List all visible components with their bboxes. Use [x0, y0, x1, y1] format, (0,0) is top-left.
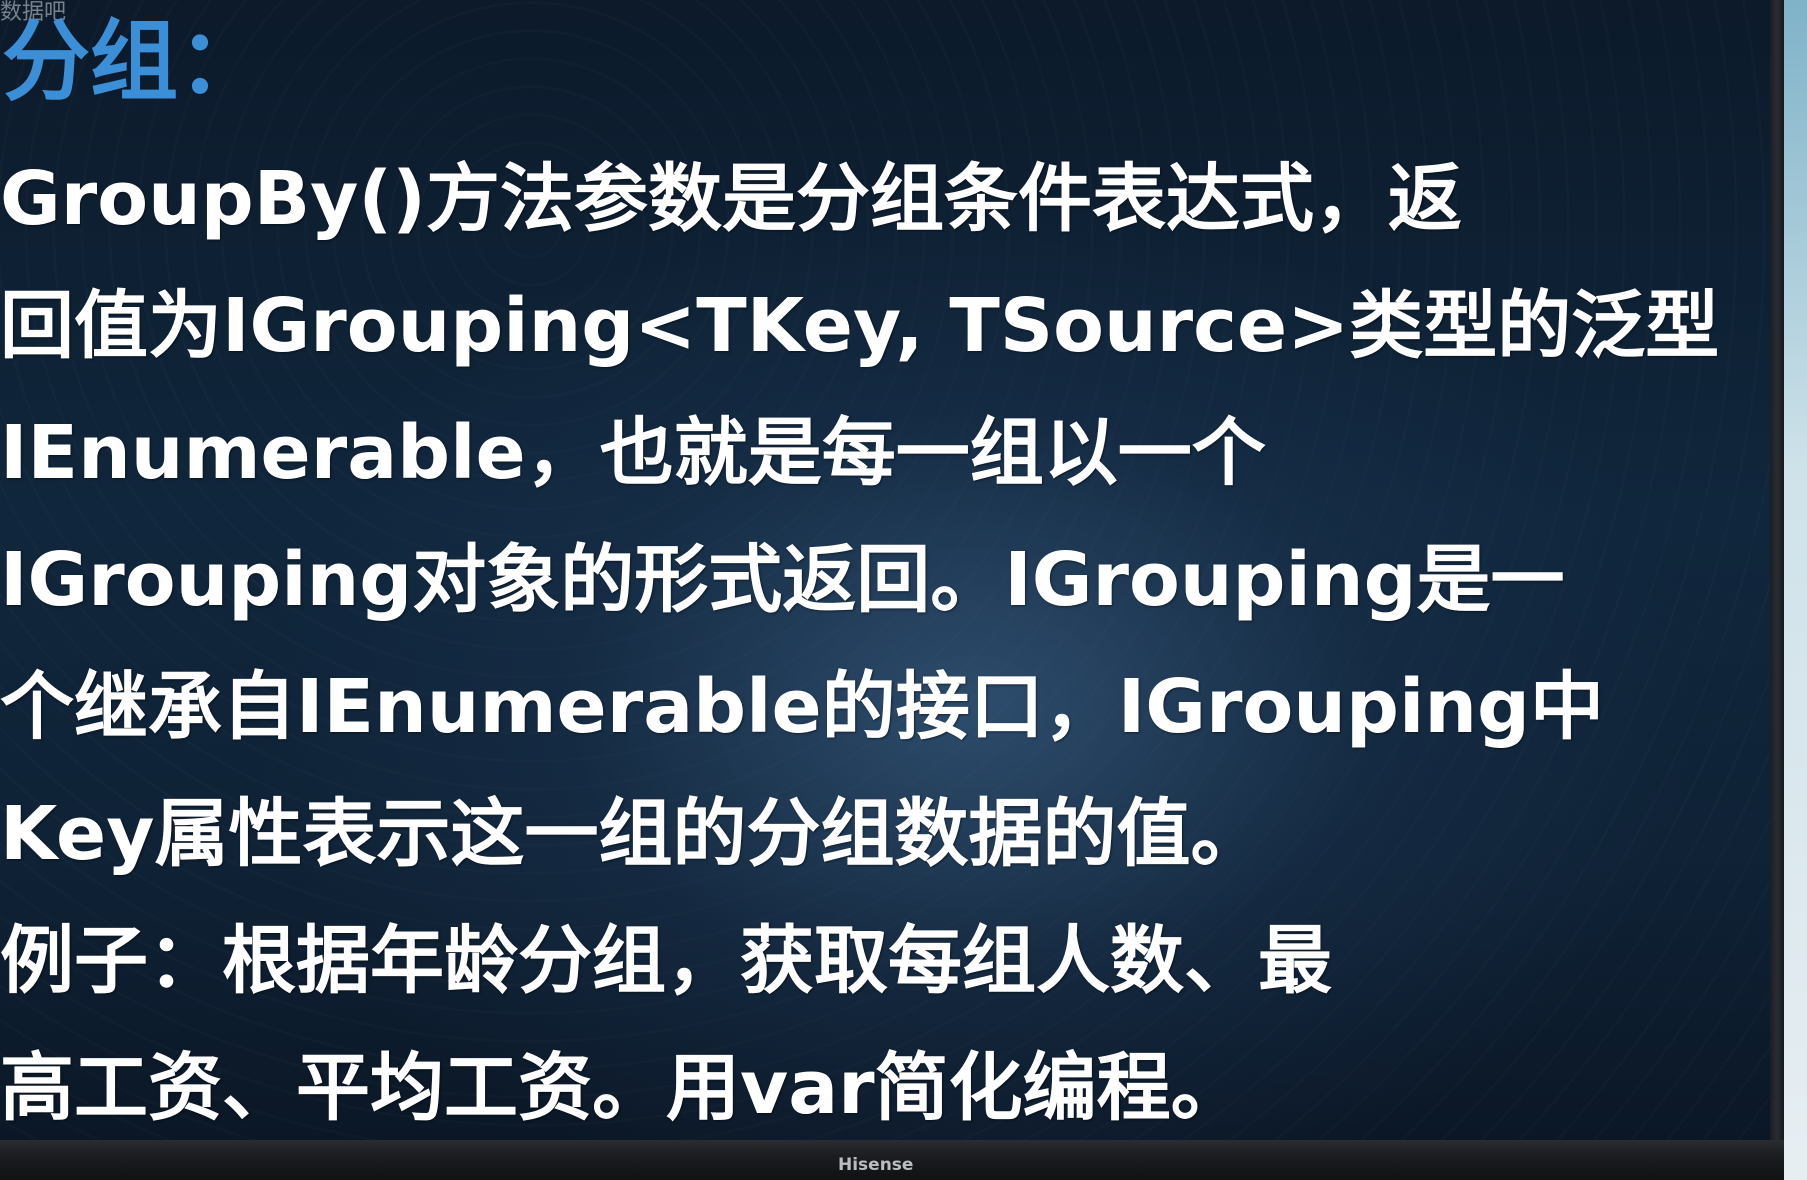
slide-body-line: IEnumerable，也就是每一组以一个	[0, 410, 1266, 496]
monitor-bezel-right	[1770, 0, 1784, 1150]
background-wall	[1784, 0, 1807, 1180]
photo-frame: 数据吧 分组： GroupBy()方法参数是分组条件表达式，返 回值为IGrou…	[0, 0, 1807, 1180]
brand-logo: Hisense	[838, 1155, 914, 1175]
slide-body-line: Key属性表示这一组的分组数据的值。	[0, 791, 1265, 877]
monitor-screen: 数据吧 分组： GroupBy()方法参数是分组条件表达式，返 回值为IGrou…	[0, 0, 1770, 1140]
slide-body-line: 回值为IGrouping<TKey, TSource>类型的泛型	[0, 283, 1720, 369]
slide-body-line: GroupBy()方法参数是分组条件表达式，返	[0, 156, 1463, 242]
slide-title: 分组：	[2, 10, 267, 113]
slide-body-line: 高工资、平均工资。用var简化编程。	[0, 1045, 1245, 1131]
slide-body-line: IGrouping对象的形式返回。IGrouping是一	[0, 537, 1565, 623]
slide-body-line: 个继承自IEnumerable的接口，IGrouping中	[0, 664, 1604, 750]
slide-body: GroupBy()方法参数是分组条件表达式，返 回值为IGrouping<TKe…	[0, 136, 1760, 1140]
slide-body-line: 例子：根据年龄分组，获取每组人数、最	[0, 918, 1332, 1004]
